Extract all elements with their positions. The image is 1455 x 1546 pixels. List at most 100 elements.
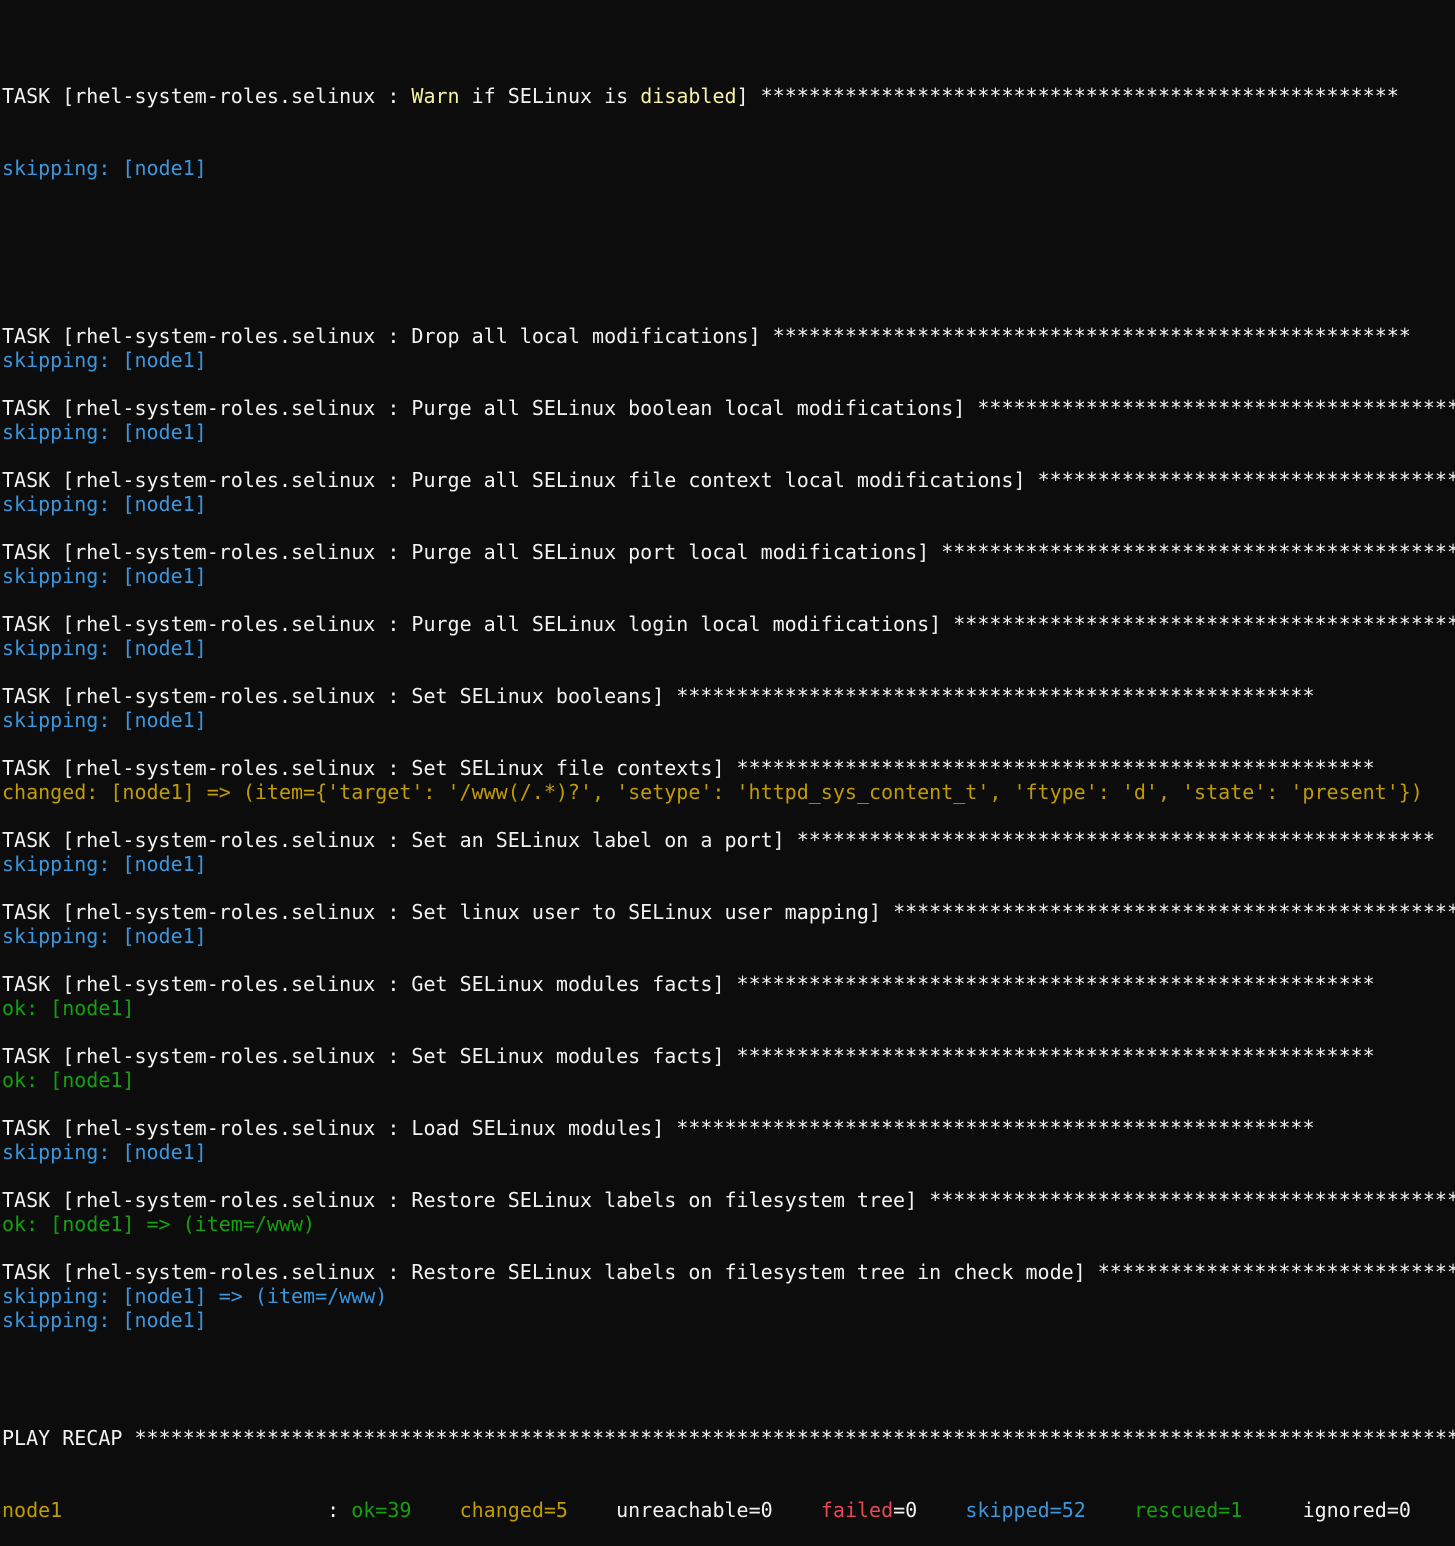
task-name-highlight: disabled xyxy=(640,84,737,108)
task-name: Purge all SELinux port local modificatio… xyxy=(411,540,918,564)
task-prefix: TASK [rhel-system-roles.selinux : xyxy=(2,612,412,636)
task-result: changed: [node1] => (item={'target': '/w… xyxy=(2,780,1423,804)
task-header: TASK [rhel-system-roles.selinux : Load S… xyxy=(2,1116,1455,1140)
recap-host: node1 xyxy=(2,1498,63,1522)
task-stars: ****************************************… xyxy=(736,972,1375,996)
task-prefix: TASK [rhel-system-roles.selinux : xyxy=(2,972,412,996)
terminal-output: TASK [rhel-system-roles.selinux : Warn i… xyxy=(2,12,1455,1546)
task-name: Set an SELinux label on a port xyxy=(411,828,773,852)
task-header: TASK [rhel-system-roles.selinux : Set SE… xyxy=(2,1044,1455,1068)
task-stars: ****************************************… xyxy=(893,900,1455,924)
task-stars: ****************************************… xyxy=(977,396,1455,420)
recap-title: PLAY RECAP xyxy=(2,1426,135,1450)
task-header: TASK [rhel-system-roles.selinux : Purge … xyxy=(2,612,1455,636)
task-header: TASK [rhel-system-roles.selinux : Set SE… xyxy=(2,756,1455,780)
task-prefix: TASK [rhel-system-roles.selinux : xyxy=(2,684,412,708)
recap-failed-key: failed xyxy=(820,1498,894,1522)
recap-header: PLAY RECAP *****************************… xyxy=(2,1426,1455,1450)
recap-failed-value: =0 xyxy=(893,1498,918,1522)
task-name: Restore SELinux labels on filesystem tre… xyxy=(411,1260,1074,1284)
task-header: TASK [rhel-system-roles.selinux : Purge … xyxy=(2,468,1455,492)
task-result: ok: [node1] xyxy=(2,996,135,1020)
task-prefix: TASK [rhel-system-roles.selinux : xyxy=(2,1116,412,1140)
task-prefix: TASK [rhel-system-roles.selinux : xyxy=(2,468,412,492)
task-name: Restore SELinux labels on filesystem tre… xyxy=(411,1188,906,1212)
task-name: if SELinux is xyxy=(459,84,641,108)
task-bracket: ] xyxy=(652,684,677,708)
task-header: TASK [rhel-system-roles.selinux : Set an… xyxy=(2,828,1455,852)
task-prefix: TASK [rhel-system-roles.selinux : xyxy=(2,84,412,108)
task-stars: ****************************************… xyxy=(941,540,1455,564)
task-stars: ****************************************… xyxy=(953,612,1455,636)
task-prefix: TASK [rhel-system-roles.selinux : xyxy=(2,1188,412,1212)
recap-unreachable: unreachable=0 xyxy=(616,1498,773,1522)
task-name: Set SELinux file contexts xyxy=(411,756,713,780)
recap-host-row: node1 : ok=39 changed=5 unreachable=0 fa… xyxy=(2,1498,1455,1522)
task-name: Drop all local modifications xyxy=(411,324,749,348)
task-bracket: ] xyxy=(868,900,894,924)
task-header: TASK [rhel-system-roles.selinux : Purge … xyxy=(2,396,1455,420)
task-stars: ****************************************… xyxy=(796,828,1435,852)
task-bracket: ] xyxy=(712,1044,737,1068)
task-bracket: ] xyxy=(652,1116,677,1140)
task-name: Set linux user to SELinux user mapping xyxy=(411,900,869,924)
task-name: Purge all SELinux login local modificati… xyxy=(411,612,930,636)
task-bracket: ] xyxy=(736,84,761,108)
task-name-highlight: Warn xyxy=(411,84,460,108)
task-stars: ****************************************… xyxy=(1037,468,1455,492)
task-list: TASK [rhel-system-roles.selinux : Drop a… xyxy=(2,324,1455,1354)
task-result: skipping: [node1] => (item=/www) xyxy=(2,1284,388,1308)
task-prefix: TASK [rhel-system-roles.selinux : xyxy=(2,1044,412,1068)
task-bracket: ] xyxy=(712,972,737,996)
task-result: skipping: [node1] xyxy=(2,852,207,876)
task-bracket: ] xyxy=(917,540,942,564)
task-prefix: TASK [rhel-system-roles.selinux : xyxy=(2,1260,412,1284)
task-result: skipping: [node1] xyxy=(2,420,207,444)
task-prefix: TASK [rhel-system-roles.selinux : xyxy=(2,756,412,780)
task-result: ok: [node1] => (item=/www) xyxy=(2,1212,316,1236)
task-stars: ****************************************… xyxy=(772,324,1411,348)
task-bracket: ] xyxy=(772,828,797,852)
recap-stars: ****************************************… xyxy=(134,1426,1455,1450)
task-stars: ****************************************… xyxy=(760,84,1399,108)
task-prefix: TASK [rhel-system-roles.selinux : xyxy=(2,900,412,924)
task-result: ok: [node1] xyxy=(2,1068,135,1092)
recap-ok: ok=39 xyxy=(351,1498,412,1522)
task-prefix: TASK [rhel-system-roles.selinux : xyxy=(2,828,412,852)
task-result: skipping: [node1] xyxy=(2,924,207,948)
recap-changed: changed=5 xyxy=(459,1498,568,1522)
task-header: TASK [rhel-system-roles.selinux : Set SE… xyxy=(2,684,1455,708)
recap-separator: : xyxy=(62,1498,352,1522)
task-name: Set SELinux booleans xyxy=(411,684,653,708)
task-header: TASK [rhel-system-roles.selinux : Warn i… xyxy=(2,84,1455,108)
task-header: TASK [rhel-system-roles.selinux : Drop a… xyxy=(2,324,1455,348)
recap-rescued: rescued=1 xyxy=(1133,1498,1243,1522)
task-bracket: ] xyxy=(929,612,954,636)
task-result: skipping: [node1] xyxy=(2,708,207,732)
task-bracket: ] xyxy=(905,1188,930,1212)
recap-skipped: skipped=52 xyxy=(965,1498,1086,1522)
task-stars: ****************************************… xyxy=(676,684,1315,708)
task-bracket: ] xyxy=(1013,468,1038,492)
task-header: TASK [rhel-system-roles.selinux : Get SE… xyxy=(2,972,1455,996)
task-header: TASK [rhel-system-roles.selinux : Restor… xyxy=(2,1260,1455,1284)
task-result: skipping: [node1] xyxy=(2,1308,207,1332)
task-name: Get SELinux modules facts xyxy=(411,972,713,996)
task-stars: ****************************************… xyxy=(676,1116,1315,1140)
task-stars: ****************************************… xyxy=(736,1044,1375,1068)
task-bracket: ] xyxy=(748,324,773,348)
task-name: Set SELinux modules facts xyxy=(411,1044,713,1068)
task-header: TASK [rhel-system-roles.selinux : Set li… xyxy=(2,900,1455,924)
task-prefix: TASK [rhel-system-roles.selinux : xyxy=(2,324,412,348)
task-result: skipping: [node1] xyxy=(2,564,207,588)
task-stars: ****************************************… xyxy=(1097,1260,1455,1284)
task-result: skipping: [node1] xyxy=(2,636,207,660)
task-bracket: ] xyxy=(712,756,737,780)
task-result: skipping: [node1] xyxy=(2,1140,207,1164)
task-result: skipping: [node1] xyxy=(2,492,207,516)
task-bracket: ] xyxy=(1073,1260,1098,1284)
task-stars: ****************************************… xyxy=(929,1188,1455,1212)
task-prefix: TASK [rhel-system-roles.selinux : xyxy=(2,396,412,420)
recap-ignored: ignored=0 xyxy=(1302,1498,1411,1522)
task-result: skipping: [node1] xyxy=(2,156,207,180)
